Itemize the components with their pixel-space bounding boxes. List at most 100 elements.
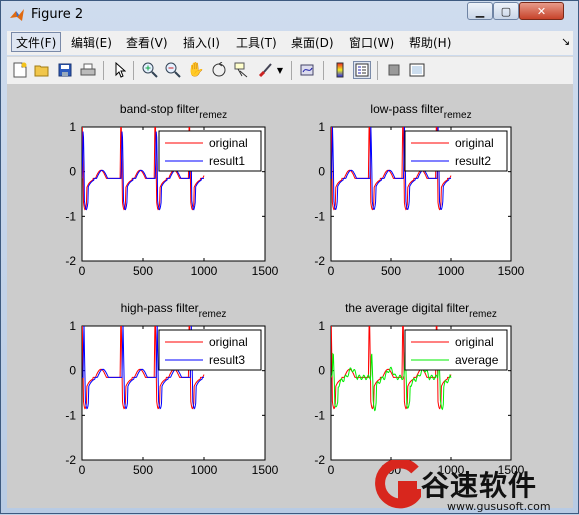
print-icon[interactable] bbox=[79, 61, 97, 79]
title-main: low-pass filter bbox=[370, 102, 443, 116]
figure-toolbar: ✋ ▼ bbox=[7, 56, 573, 84]
show-plot-tools-icon[interactable] bbox=[408, 61, 426, 79]
menu-help[interactable]: 帮助(H) bbox=[405, 34, 455, 52]
y-tick-label: -1 bbox=[314, 408, 325, 422]
legend-label: original bbox=[455, 136, 494, 150]
y-tick-label: -1 bbox=[314, 209, 325, 223]
data-cursor-icon[interactable] bbox=[233, 61, 251, 79]
title-bar[interactable]: Figure 2 ▁ ▢ ✕ bbox=[1, 1, 578, 29]
menu-edit[interactable]: 编辑(E) bbox=[67, 34, 116, 52]
subplot-4: 0 500 1000 150010-1-2the average digital fi… bbox=[314, 301, 524, 477]
minimize-button[interactable]: ▁ bbox=[467, 2, 493, 20]
menu-insert[interactable]: 插入(I) bbox=[179, 34, 224, 52]
x-tick-label: 1500 bbox=[498, 264, 525, 278]
title-subscript: remez bbox=[469, 309, 497, 320]
y-tick-label: 0 bbox=[69, 364, 76, 378]
menu-window[interactable]: 窗口(W) bbox=[345, 34, 398, 52]
colorbar-icon[interactable] bbox=[331, 61, 349, 79]
watermark: 谷速软件 www.gususoft.com bbox=[373, 456, 579, 515]
edit-plot-arrow-icon[interactable] bbox=[111, 61, 129, 79]
minimize-icon: ▁ bbox=[475, 4, 485, 18]
save-icon[interactable] bbox=[56, 61, 74, 79]
close-button[interactable]: ✕ bbox=[519, 2, 564, 20]
close-icon: ✕ bbox=[536, 4, 547, 18]
hide-plot-tools-icon[interactable] bbox=[385, 61, 403, 79]
dock-arrow-icon[interactable]: ↘ bbox=[561, 35, 570, 48]
window-title: Figure 2 bbox=[31, 7, 84, 22]
x-tick-label: 0 bbox=[328, 463, 335, 477]
menu-file[interactable]: 文件(F) bbox=[11, 32, 62, 52]
legend-label: original bbox=[455, 335, 494, 349]
watermark-text: 谷速软件 bbox=[421, 469, 538, 502]
y-tick-label: -1 bbox=[65, 209, 76, 223]
new-figure-icon[interactable] bbox=[11, 61, 29, 79]
legend-label: result3 bbox=[209, 353, 245, 367]
maximize-icon: ▢ bbox=[500, 4, 512, 18]
x-tick-label: 1000 bbox=[191, 264, 218, 278]
y-tick-label: 0 bbox=[318, 364, 325, 378]
subplot-title: band-stop filterremez bbox=[120, 102, 227, 121]
subplot-grid: 0 500 1000 150010-1-2band-stop filterremezo… bbox=[65, 102, 524, 477]
figure-canvas[interactable]: 0 500 1000 1500 1 0 -1 -2 band-stop filterremez o… bbox=[7, 84, 573, 508]
subplot-3: 0 500 1000 1500 1 0 -1 -2 high-pass filterremez o… bbox=[65, 301, 278, 477]
subplot-1: 0 500 1000 1500 1 0 -1 -2 band-stop filterremez o… bbox=[65, 102, 278, 278]
legend-label: result2 bbox=[455, 154, 491, 168]
y-tick-label: -2 bbox=[314, 254, 325, 268]
watermark-logo-icon bbox=[375, 460, 421, 509]
y-tick-label: -2 bbox=[65, 254, 76, 268]
brush-dropdown-icon[interactable]: ▼ bbox=[275, 61, 285, 79]
toolbar-separator bbox=[323, 61, 324, 80]
legend-label: average bbox=[455, 353, 499, 367]
zoom-out-icon[interactable] bbox=[164, 61, 182, 79]
legend-label: original bbox=[209, 136, 248, 150]
x-tick-label: 500 bbox=[133, 264, 153, 278]
title-main: high-pass filter bbox=[121, 301, 199, 315]
matlab-icon bbox=[10, 9, 24, 21]
x-tick-label: 500 bbox=[381, 264, 401, 278]
link-plot-icon[interactable] bbox=[299, 61, 317, 79]
legend-label: original bbox=[209, 335, 248, 349]
x-tick-label: 0 bbox=[79, 463, 86, 477]
rotate-3d-icon[interactable] bbox=[210, 61, 228, 79]
x-tick-label: 500 bbox=[133, 463, 153, 477]
menu-bar: 文件(F) 编辑(E) 查看(V) 插入(I) 工具(T) 桌面(D) 窗口(W… bbox=[7, 31, 573, 55]
toolbar-separator bbox=[291, 61, 292, 80]
menu-view[interactable]: 查看(V) bbox=[122, 34, 172, 52]
subplot-title: high-pass filterremez bbox=[121, 301, 227, 320]
title-subscript: remez bbox=[444, 110, 472, 121]
y-tick-label: 0 bbox=[318, 165, 325, 179]
legend-icon[interactable] bbox=[353, 61, 371, 79]
subplot-2: 0 500 1000 1500 1 0 -1 -2 low-pass filterremez or… bbox=[314, 102, 524, 278]
menu-desktop[interactable]: 桌面(D) bbox=[287, 34, 338, 52]
maximize-button[interactable]: ▢ bbox=[493, 2, 519, 20]
y-tick-label: -2 bbox=[314, 453, 325, 467]
x-tick-label: 0 bbox=[328, 264, 335, 278]
toolbar-separator bbox=[103, 61, 104, 80]
x-tick-label: 1000 bbox=[191, 463, 218, 477]
y-tick-label: 1 bbox=[69, 120, 76, 134]
x-tick-label: 0 bbox=[79, 264, 86, 278]
figure-window: Figure 2 ▁ ▢ ✕ 文件(F) 编辑(E) 查看(V) 插入(I) 工… bbox=[0, 0, 579, 514]
title-main: band-stop filter bbox=[120, 102, 199, 116]
x-tick-label: 1500 bbox=[252, 264, 279, 278]
pan-hand-icon[interactable]: ✋ bbox=[187, 61, 205, 79]
menu-tools[interactable]: 工具(T) bbox=[232, 34, 281, 52]
subplot-title: low-pass filterremez bbox=[370, 102, 471, 121]
x-tick-label: 1500 bbox=[252, 463, 279, 477]
y-tick-label: 1 bbox=[69, 319, 76, 333]
brush-icon[interactable] bbox=[256, 61, 274, 79]
y-tick-label: 1 bbox=[318, 120, 325, 134]
title-subscript: remez bbox=[199, 110, 227, 121]
zoom-in-icon[interactable] bbox=[141, 61, 159, 79]
toolbar-separator bbox=[133, 61, 134, 80]
title-subscript: remez bbox=[199, 309, 227, 320]
watermark-url: www.gususoft.com bbox=[447, 500, 551, 513]
y-tick-label: 0 bbox=[69, 165, 76, 179]
subplot-title: the average digital filterremez bbox=[345, 301, 497, 320]
legend-label: result1 bbox=[209, 154, 245, 168]
open-file-icon[interactable] bbox=[33, 61, 51, 79]
toolbar-separator bbox=[377, 61, 378, 80]
y-tick-label: -1 bbox=[65, 408, 76, 422]
title-main: the average digital filter bbox=[345, 301, 469, 315]
x-tick-label: 1000 bbox=[438, 264, 465, 278]
